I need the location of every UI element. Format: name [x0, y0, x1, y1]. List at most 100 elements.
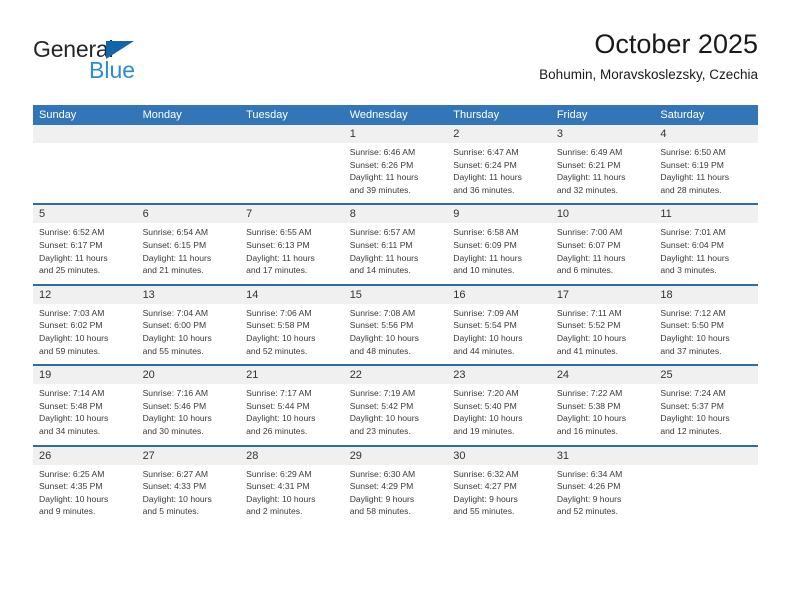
day-cell[interactable]: Sunrise: 7:22 AM Sunset: 5:38 PM Daylight:…	[550, 384, 655, 445]
sunset-text: Sunset: 6:04 PM	[660, 239, 724, 250]
day-cell[interactable]: Sunrise: 7:03 AM Sunset: 6:02 PM Daylight:…	[33, 303, 137, 365]
day-cell[interactable]: Sunrise: 6:29 AM Sunset: 4:31 PM Daylight:…	[240, 464, 344, 525]
day-cell[interactable]: Sunrise: 7:17 AM Sunset: 5:44 PM Daylight:…	[240, 384, 344, 445]
day-number[interactable]: 27	[136, 446, 241, 465]
day-number[interactable]: 24	[550, 366, 655, 385]
day-cell[interactable]: Sunrise: 6:47 AM Sunset: 6:24 PM Daylight:…	[447, 143, 551, 204]
day-cell[interactable]: Sunrise: 6:52 AM Sunset: 6:17 PM Daylight:…	[33, 223, 137, 284]
day-number[interactable]: 17	[550, 285, 655, 304]
sunrise-text: Sunrise: 7:22 AM	[556, 388, 623, 399]
day-cell[interactable]: Sunrise: 7:06 AM Sunset: 5:58 PM Daylight:…	[240, 303, 344, 365]
day-number[interactable]: 29	[343, 446, 448, 465]
day-number-row: 1234	[33, 125, 758, 143]
day-number[interactable]: 13	[136, 285, 241, 304]
day-cell[interactable]: Sunrise: 7:00 AM Sunset: 6:07 PM Daylight:…	[550, 223, 655, 284]
day-number-row: 12 13 14 15 16 17 18	[33, 285, 758, 304]
day-number[interactable]: 11	[654, 205, 758, 224]
weekday-header-thursday: Thursday	[447, 105, 551, 125]
day-number[interactable]: 3	[550, 125, 655, 143]
day-number[interactable]: 4	[654, 125, 758, 143]
day-number[interactable]: 14	[240, 285, 344, 304]
sunset-text: Sunset: 6:15 PM	[142, 239, 207, 250]
day-cell[interactable]: Sunrise: 7:19 AM Sunset: 5:42 PM Daylight:…	[343, 384, 448, 445]
daylight-text-line1: Daylight: 11 hours	[142, 252, 212, 263]
weekday-header-saturday: Saturday	[654, 105, 758, 125]
day-number-empty	[240, 125, 344, 143]
daylight-text-line2: and 16 minutes.	[556, 425, 618, 436]
day-cell[interactable]: Sunrise: 6:57 AM Sunset: 6:11 PM Daylight:…	[343, 223, 448, 284]
day-number[interactable]: 16	[447, 285, 551, 304]
day-cell-empty	[240, 143, 344, 204]
day-number[interactable]: 18	[654, 285, 758, 304]
day-cell[interactable]: Sunrise: 7:16 AM Sunset: 5:46 PM Daylight:…	[136, 384, 241, 445]
day-cell[interactable]: Sunrise: 7:11 AM Sunset: 5:52 PM Daylight:…	[550, 303, 655, 365]
sunrise-text: Sunrise: 7:14 AM	[39, 388, 105, 399]
day-number[interactable]: 23	[447, 366, 551, 385]
day-number[interactable]: 1	[343, 125, 448, 143]
sunset-text: Sunset: 5:56 PM	[349, 320, 414, 331]
day-cell[interactable]: Sunrise: 6:32 AM Sunset: 4:27 PM Daylight:…	[447, 464, 551, 525]
day-cell[interactable]: Sunrise: 6:46 AM Sunset: 6:26 PM Daylight:…	[343, 143, 448, 204]
day-number[interactable]: 31	[550, 446, 655, 465]
day-detail-row: Sunrise: 6:52 AM Sunset: 6:17 PM Daylight:…	[33, 223, 758, 284]
day-cell[interactable]: Sunrise: 7:04 AM Sunset: 6:00 PM Daylight:…	[136, 303, 241, 365]
day-cell[interactable]: Sunrise: 7:01 AM Sunset: 6:04 PM Daylight:…	[654, 223, 758, 284]
day-cell[interactable]: Sunrise: 6:27 AM Sunset: 4:33 PM Daylight:…	[136, 464, 241, 525]
daylight-text-line2: and 9 minutes.	[39, 506, 96, 517]
day-cell[interactable]: Sunrise: 6:54 AM Sunset: 6:15 PM Daylight:…	[136, 223, 241, 284]
day-cell[interactable]: Sunrise: 7:12 AM Sunset: 5:50 PM Daylight:…	[654, 303, 758, 365]
day-number[interactable]: 26	[33, 446, 137, 465]
day-number[interactable]: 9	[447, 205, 551, 224]
daylight-text-line2: and 21 minutes.	[142, 265, 204, 276]
daylight-text-line1: Daylight: 11 hours	[246, 252, 315, 263]
day-cell[interactable]: Sunrise: 6:30 AM Sunset: 4:29 PM Daylight:…	[343, 464, 448, 525]
day-number[interactable]: 5	[33, 205, 137, 224]
day-number[interactable]: 30	[447, 446, 551, 465]
calendar-page: General Blue October 2025 Bohumin, Morav…	[0, 0, 792, 612]
daylight-text-line2: and 34 minutes.	[39, 425, 101, 436]
day-cell[interactable]: Sunrise: 6:50 AM Sunset: 6:19 PM Daylight:…	[654, 143, 758, 204]
sunrise-text: Sunrise: 7:01 AM	[660, 227, 726, 238]
daylight-text-line2: and 32 minutes.	[556, 184, 618, 195]
sunrise-text: Sunrise: 6:30 AM	[349, 468, 416, 479]
sunrise-text: Sunrise: 7:20 AM	[453, 388, 519, 399]
page-subtitle: Bohumin, Moravskoslezsky, Czechia	[539, 67, 758, 82]
daylight-text-line1: Daylight: 11 hours	[660, 252, 730, 263]
day-cell-empty	[136, 143, 241, 204]
sunrise-text: Sunrise: 6:27 AM	[142, 468, 209, 479]
day-number[interactable]: 12	[33, 285, 137, 304]
sunset-text: Sunset: 6:02 PM	[39, 320, 103, 331]
day-number[interactable]: 8	[343, 205, 448, 224]
day-cell[interactable]: Sunrise: 7:09 AM Sunset: 5:54 PM Daylight:…	[447, 303, 551, 365]
day-number[interactable]: 22	[343, 366, 448, 385]
title-block: October 2025 Bohumin, Moravskoslezsky, C…	[539, 28, 758, 85]
sunset-text: Sunset: 6:00 PM	[142, 320, 207, 331]
day-cell[interactable]: Sunrise: 7:24 AM Sunset: 5:37 PM Daylight:…	[654, 384, 758, 445]
day-cell[interactable]: Sunrise: 6:25 AM Sunset: 4:35 PM Daylight:…	[33, 464, 137, 525]
day-number[interactable]: 7	[240, 205, 344, 224]
day-number-row: 19 20 21 22 23 24 25	[33, 366, 758, 385]
day-cell[interactable]: Sunrise: 7:08 AM Sunset: 5:56 PM Daylight:…	[343, 303, 448, 365]
day-number[interactable]: 25	[654, 366, 758, 385]
day-cell[interactable]: Sunrise: 7:20 AM Sunset: 5:40 PM Daylight:…	[447, 384, 551, 445]
sunrise-text: Sunrise: 6:29 AM	[246, 468, 312, 479]
sunset-text: Sunset: 5:58 PM	[246, 320, 310, 331]
day-number[interactable]: 15	[343, 285, 448, 304]
daylight-text-line1: Daylight: 10 hours	[556, 332, 627, 343]
day-number[interactable]: 6	[136, 205, 241, 224]
day-number[interactable]: 10	[550, 205, 655, 224]
day-number[interactable]: 19	[33, 366, 137, 385]
day-number[interactable]: 21	[240, 366, 344, 385]
daylight-text-line1: Daylight: 10 hours	[246, 332, 316, 343]
day-number[interactable]: 20	[136, 366, 241, 385]
sunset-text: Sunset: 5:38 PM	[556, 400, 621, 411]
day-detail-row: Sunrise: 7:03 AM Sunset: 6:02 PM Daylight:…	[33, 303, 758, 365]
day-number[interactable]: 28	[240, 446, 344, 465]
day-cell[interactable]: Sunrise: 6:58 AM Sunset: 6:09 PM Daylight:…	[447, 223, 551, 284]
logo[interactable]: General Blue	[33, 36, 233, 88]
day-number[interactable]: 2	[447, 125, 551, 143]
day-cell[interactable]: Sunrise: 6:49 AM Sunset: 6:21 PM Daylight:…	[550, 143, 655, 204]
day-cell[interactable]: Sunrise: 7:14 AM Sunset: 5:48 PM Daylight:…	[33, 384, 137, 445]
day-cell[interactable]: Sunrise: 6:55 AM Sunset: 6:13 PM Daylight:…	[240, 223, 344, 284]
day-cell[interactable]: Sunrise: 6:34 AM Sunset: 4:26 PM Daylight:…	[550, 464, 655, 525]
